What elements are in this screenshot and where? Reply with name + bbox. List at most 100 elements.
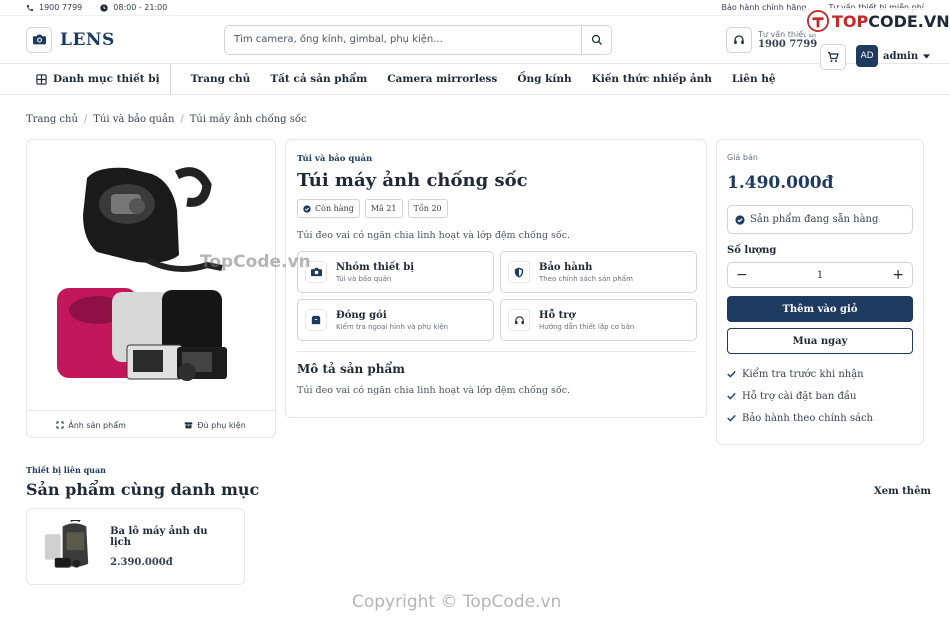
accessory-tab[interactable]: Đủ phụ kiện (184, 420, 246, 430)
nav-lenses[interactable]: Ống kính (517, 73, 571, 85)
topcode-logo-icon (807, 10, 829, 32)
nav-all-products[interactable]: Tất cả sản phẩm (270, 73, 367, 85)
expand-icon (56, 421, 64, 429)
chevron-down-icon (923, 53, 931, 59)
add-to-cart-button[interactable]: Thêm vào giỏ (727, 296, 913, 322)
decrease-button[interactable]: − (736, 267, 748, 283)
card-product-name: Ba lô máy ảnh du lịch (110, 525, 208, 548)
inventory-tag: Tồn 20 (407, 199, 448, 218)
check-circle-icon (735, 214, 745, 225)
watermark-copyright: Copyright © TopCode.vn (352, 592, 562, 612)
gallery-footer: Ảnh sản phẩm Đủ phụ kiện (27, 411, 275, 437)
hotline-number: 1900 7799 (758, 39, 818, 50)
feature-subtitle: Túi và bảo quản (336, 274, 392, 283)
feature-warranty: Bảo hành Theo chính sách sản phẩm (500, 251, 697, 293)
nav-mirrorless[interactable]: Camera mirrorless (387, 73, 497, 85)
product-card[interactable]: Ba lô máy ảnh du lịch 2.390.000đ (26, 508, 245, 585)
stock-tag: Còn hàng (297, 199, 360, 218)
headset-icon (508, 309, 530, 331)
watermark-logo: TOPCODE.VN (803, 8, 950, 34)
increase-button[interactable]: + (892, 267, 904, 283)
search-button[interactable] (581, 25, 611, 54)
product-thumbnail (44, 519, 89, 568)
category-menu-label: Danh mục thiết bị (53, 73, 160, 85)
search-bar (224, 24, 612, 55)
quantity-label: Số lượng (727, 245, 777, 256)
quantity-value[interactable]: 1 (817, 270, 823, 281)
accessory-tab-label: Đủ phụ kiện (197, 420, 246, 430)
check-icon (727, 370, 736, 378)
product-tags: Còn hàng Mã 21 Tồn 20 (297, 199, 695, 218)
product-category[interactable]: Túi và bảo quản (297, 154, 695, 164)
clock-icon (100, 3, 108, 12)
perk-label: Hỗ trợ cài đặt ban đầu (742, 390, 857, 402)
perk-list: Kiểm tra trước khi nhận Hỗ trợ cài đặt b… (727, 363, 913, 429)
user-menu[interactable]: AD admin (856, 45, 931, 67)
phone-number: 1900 7799 (39, 3, 83, 12)
box-icon (185, 422, 193, 429)
feature-title: Đóng gói (336, 309, 387, 321)
card-product-price: 2.390.000đ (110, 556, 173, 568)
photo-tab[interactable]: Ảnh sản phẩm (56, 421, 126, 430)
breadcrumb-home[interactable]: Trang chủ (26, 114, 78, 125)
feature-support: Hỗ trợ Hướng dẫn thiết lập cơ bản (500, 299, 697, 341)
feature-group: Nhóm thiết bị Túi và bảo quản (297, 251, 494, 293)
perk-label: Bảo hành theo chính sách (742, 412, 873, 424)
breadcrumb-separator: / (83, 114, 88, 125)
stock-tag-label: Còn hàng (315, 204, 354, 213)
product-image[interactable] (27, 140, 275, 411)
photo-tab-label: Ảnh sản phẩm (68, 420, 126, 430)
perk-item: Hỗ trợ cài đặt ban đầu (727, 385, 913, 407)
price: 1.490.000đ (727, 173, 834, 193)
main-nav: Danh mục thiết bị Trang chủ Tất cả sản p… (0, 64, 950, 95)
cart-button[interactable] (820, 44, 846, 70)
related-label: Thiết bị liên quan (26, 465, 106, 475)
description-heading: Mô tả sản phẩm (297, 362, 405, 376)
search-input[interactable] (225, 25, 581, 54)
feature-title: Hỗ trợ (539, 309, 576, 321)
quantity-stepper: − 1 + (727, 262, 913, 288)
product-description: Túi đeo vai có ngăn chia linh hoạt và lớ… (297, 385, 571, 396)
logo-text: LENS (60, 29, 115, 50)
feature-title: Bảo hành (539, 261, 593, 273)
code-tag: Mã 21 (364, 199, 403, 218)
search-icon (591, 34, 602, 45)
username: admin (883, 50, 919, 62)
short-description: Túi đeo vai có ngăn chia linh hoạt và lớ… (297, 230, 571, 241)
see-all-link[interactable]: Xem thêm (874, 486, 931, 497)
category-menu-button[interactable]: Danh mục thiết bị (36, 64, 171, 94)
nav-knowledge[interactable]: Kiến thức nhiếp ảnh (592, 73, 712, 85)
divider (297, 351, 695, 352)
nav-contact[interactable]: Liên hệ (732, 73, 776, 85)
opening-hours: 08:00 - 21:00 (113, 3, 168, 12)
product-title: Túi máy ảnh chống sốc (297, 170, 528, 191)
nav-home[interactable]: Trang chủ (191, 73, 251, 85)
warranty-link[interactable]: Bảo hành chính hãng (721, 3, 806, 12)
shield-icon (508, 261, 530, 283)
feature-subtitle: Hướng dẫn thiết lập cơ bản (539, 322, 635, 331)
check-icon (727, 392, 736, 400)
hours-info: 08:00 - 21:00 (100, 3, 167, 12)
cart-icon (828, 51, 839, 62)
perk-item: Bảo hành theo chính sách (727, 407, 913, 429)
avatar: AD (856, 45, 878, 67)
watermark-logo-prefix: TOP (832, 11, 869, 31)
phone-info: 1900 7799 (26, 3, 82, 12)
check-circle-icon (303, 204, 311, 213)
watermark-logo-suffix: CODE.VN (868, 11, 950, 31)
perk-item: Kiểm tra trước khi nhận (727, 363, 913, 385)
buy-now-button[interactable]: Mua ngay (727, 328, 913, 354)
feature-subtitle: Kiểm tra ngoại hình và phụ kiện (336, 322, 449, 331)
site-logo[interactable]: LENS (26, 26, 224, 53)
grid-icon (36, 73, 47, 85)
headset-icon (726, 27, 752, 53)
feature-subtitle: Theo chính sách sản phẩm (539, 274, 633, 283)
breadcrumb-separator: / (180, 114, 184, 125)
breadcrumb-category[interactable]: Túi và bảo quản (93, 114, 174, 125)
breadcrumb-current: Túi máy ảnh chống sốc (189, 114, 307, 125)
watermark-text: TopCode.vn (200, 252, 311, 272)
product-gallery: Ảnh sản phẩm Đủ phụ kiện (26, 139, 276, 438)
feature-packaging: Đóng gói Kiểm tra ngoại hình và phụ kiện (297, 299, 494, 341)
price-label: Giá bán (727, 153, 758, 162)
stock-status-label: Sản phẩm đang sẵn hàng (750, 214, 879, 225)
